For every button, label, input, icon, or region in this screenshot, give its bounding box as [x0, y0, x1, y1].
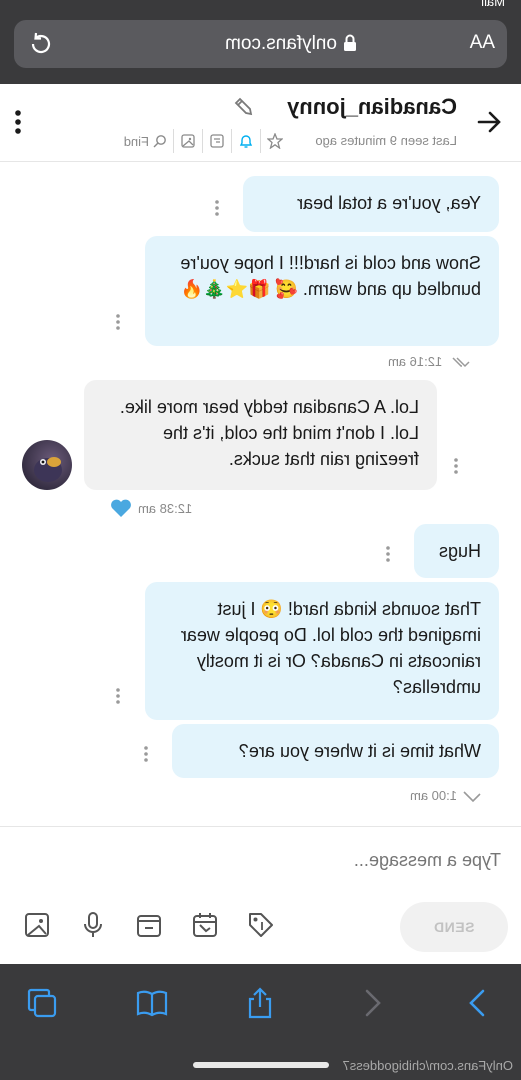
notifications-button[interactable]	[232, 129, 261, 153]
status-bar-label: Mail	[481, 0, 505, 9]
mirrored-page: Mail AA onlyfans.com Canadian_jonny Last…	[0, 0, 521, 1080]
find-label: Find	[123, 133, 149, 149]
pencil-icon[interactable]	[233, 96, 255, 118]
message-options-icon[interactable]	[385, 545, 391, 563]
search-icon	[153, 135, 166, 148]
time-label: 1:00 am	[410, 788, 457, 803]
avatar-image	[34, 457, 62, 482]
message-bubble: What time is it where you are?	[172, 724, 499, 778]
message-bubble: Hugs	[414, 524, 499, 578]
url-text: onlyfans.com	[225, 33, 337, 54]
bell-icon	[239, 135, 253, 148]
microphone-icon[interactable]	[78, 910, 108, 940]
double-check-icon	[452, 356, 470, 367]
bookmarks-icon[interactable]	[135, 986, 169, 1020]
calendar-icon[interactable]	[190, 910, 220, 940]
lock-icon	[344, 34, 356, 51]
message-bubble: Snow and cold is hard!!! I hope you're b…	[145, 236, 499, 346]
gallery-icon	[181, 134, 195, 148]
message-options-icon[interactable]	[214, 199, 220, 217]
message-options-icon[interactable]	[143, 745, 149, 763]
time-label: 12:38 am	[138, 500, 193, 516]
tabs-icon[interactable]	[25, 986, 59, 1020]
header-tools: Find	[117, 128, 289, 154]
back-icon[interactable]	[355, 986, 389, 1020]
message-options-icon[interactable]	[115, 313, 121, 331]
message-options-icon[interactable]	[115, 687, 121, 705]
message-options-icon[interactable]	[453, 457, 459, 475]
watermark-caption: OnlyFans.com/chibigoddess7	[342, 1058, 513, 1073]
message-bubble: That sounds kinda hard! 😳 I just imagine…	[145, 582, 499, 720]
home-indicator	[193, 1062, 329, 1068]
address-bar[interactable]: AA onlyfans.com	[14, 20, 507, 68]
safari-toolbar: OnlyFans.com/chibigoddess7	[0, 964, 521, 1080]
star-icon	[267, 133, 283, 149]
media-button[interactable]	[174, 129, 203, 153]
heart-icon[interactable]	[110, 498, 132, 518]
more-options-icon[interactable]	[14, 108, 22, 136]
image-icon[interactable]	[22, 910, 52, 940]
time-label: 12:16 am	[388, 354, 443, 369]
message-timestamp: 12:38 am	[110, 498, 192, 518]
star-button[interactable]	[261, 129, 289, 153]
share-icon[interactable]	[243, 986, 277, 1020]
reload-icon[interactable]	[28, 31, 54, 57]
message-bubble: Yea, you're a total bear	[243, 176, 499, 232]
note-icon	[210, 134, 224, 148]
forward-icon[interactable]	[461, 986, 495, 1020]
send-button[interactable]: SEND	[400, 902, 508, 952]
message-timestamp: 1:00 am	[410, 788, 481, 803]
contact-name[interactable]: Canadian_jonny	[287, 94, 457, 120]
composer-divider	[0, 826, 521, 827]
text-size-button[interactable]: AA	[470, 32, 495, 54]
notes-button[interactable]	[203, 129, 232, 153]
sender-avatar[interactable]	[22, 440, 72, 490]
check-icon	[463, 790, 481, 802]
back-arrow-icon[interactable]	[475, 108, 503, 136]
vault-icon[interactable]	[134, 910, 164, 940]
message-timestamp: 12:16 am	[388, 354, 470, 369]
message-input[interactable]	[21, 842, 501, 878]
message-bubble: Lol. A Canadian teddy bear more like. Lo…	[84, 380, 437, 490]
chat-header: Canadian_jonny Last seen 9 minutes ago F…	[0, 84, 521, 162]
price-tag-icon[interactable]	[246, 910, 276, 940]
last-seen-status: Last seen 9 minutes ago	[315, 133, 457, 148]
find-button[interactable]: Find	[117, 129, 174, 153]
browser-toolbar: Mail AA onlyfans.com	[0, 0, 521, 84]
